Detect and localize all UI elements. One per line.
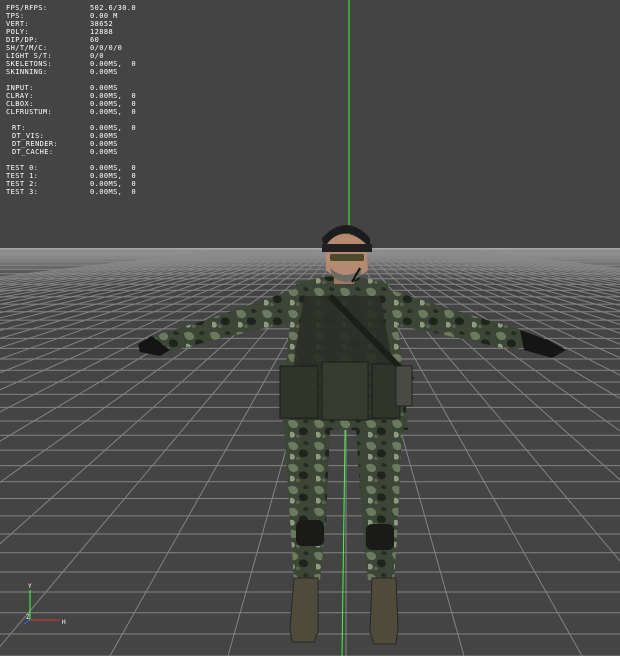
- stat-group-gap: [6, 116, 136, 124]
- stat-row: TEST 0: 0.00MS, 0: [6, 164, 136, 172]
- right-boot: [369, 577, 399, 645]
- stat-row: CLBOX: 0.00MS, 0: [6, 100, 136, 108]
- vest-pouch-left: [279, 365, 319, 419]
- stat-value: 0.00MS, 0: [90, 180, 137, 188]
- grid-line-v: [441, 249, 620, 277]
- stat-row: DT_VIS: 0.00MS: [6, 132, 136, 140]
- stat-value: 0.00MS: [90, 132, 118, 140]
- stat-label: SH/T/M/C:: [6, 44, 48, 52]
- stat-row: DT_CACHE: 0.00MS: [6, 148, 136, 156]
- stat-row: TEST 1: 0.00MS, 0: [6, 172, 136, 180]
- stat-row: FPS/RFPS: 502.6/30.0: [6, 4, 136, 12]
- stat-value: 0.00MS, 0: [90, 164, 137, 172]
- stat-label: SKELETONS:: [6, 60, 53, 68]
- stat-value: 0.00MS, 0: [90, 60, 137, 68]
- gizmo-z-label: Z: [26, 614, 30, 621]
- stat-group-gap: [6, 76, 136, 84]
- stat-row: TEST 2: 0.00MS, 0: [6, 180, 136, 188]
- stat-value: 0.00MS, 0: [90, 108, 137, 116]
- stat-group-gap: [6, 156, 136, 164]
- stat-row: RT: 0.00MS, 0: [6, 124, 136, 132]
- stat-label: TEST 2:: [6, 180, 39, 188]
- gizmo-x-label: H: [62, 619, 66, 626]
- left-leg: [284, 428, 330, 580]
- right-leg: [356, 428, 402, 580]
- stat-value: 0/0: [90, 52, 104, 60]
- radio-pack: [395, 365, 413, 407]
- stat-label: TEST 0:: [6, 164, 39, 172]
- stat-label: CLFRUSTUM:: [6, 108, 53, 116]
- stat-value: 60: [90, 36, 100, 44]
- stat-value: 0.00 M: [90, 12, 118, 20]
- stat-value: 0/0/0/0: [90, 44, 123, 52]
- stat-row: SKELETONS: 0.00MS, 0: [6, 60, 136, 68]
- stat-value: 0.00MS: [90, 68, 118, 76]
- grid-line-v: [465, 249, 620, 269]
- stat-row: CLRAY: 0.00MS, 0: [6, 92, 136, 100]
- stat-row: INPUT: 0.00MS: [6, 84, 136, 92]
- gizmo-y-label: Y: [28, 583, 32, 590]
- stat-value: 0.00MS, 0: [90, 100, 137, 108]
- stat-row: DT_RENDER: 0.00MS: [6, 140, 136, 148]
- stat-label: VERT:: [6, 20, 30, 28]
- vest-pouch-center: [321, 361, 369, 421]
- stat-label: TEST 3:: [6, 188, 39, 196]
- stat-label: FPS/RFPS:: [6, 4, 48, 12]
- left-knee-pad: [296, 520, 324, 546]
- grid-line-v: [457, 249, 620, 272]
- debug-stats-overlay: FPS/RFPS: 502.6/30.0 TPS: 0.00 M VERT: 38652 P…: [6, 4, 136, 196]
- 3d-viewport[interactable]: FPS/RFPS: 502.6/30.0 TPS: 0.00 M VERT: 38652 P…: [0, 0, 620, 656]
- stat-value: 0.00MS, 0: [90, 188, 137, 196]
- stat-value: 0.00MS, 0: [90, 124, 137, 132]
- stat-label: TEST 1:: [6, 172, 39, 180]
- left-boot: [289, 577, 319, 643]
- stat-row: VERT: 38652: [6, 20, 136, 28]
- stat-label: CLRAY:: [6, 92, 34, 100]
- stat-label: TPS:: [6, 12, 25, 20]
- stat-value: 0.00MS: [90, 148, 118, 156]
- stat-row: TPS: 0.00 M: [6, 12, 136, 20]
- stat-label: DT_RENDER:: [12, 140, 59, 148]
- stat-label: POLY:: [6, 28, 30, 36]
- stat-row: POLY: 12888: [6, 28, 136, 36]
- stat-value: 0.00MS, 0: [90, 172, 137, 180]
- stat-label: DIP/DP:: [6, 36, 39, 44]
- grid-line-v: [429, 249, 620, 283]
- sunglasses: [330, 254, 364, 261]
- stat-row: LIGHT S/T: 0/0: [6, 52, 136, 60]
- stat-row: CLFRUSTUM: 0.00MS, 0: [6, 108, 136, 116]
- stat-row: SH/T/M/C: 0/0/0/0: [6, 44, 136, 52]
- headset: [322, 244, 372, 252]
- stat-value: 0.00MS: [90, 140, 118, 148]
- stat-label: CLBOX:: [6, 100, 34, 108]
- stat-label: DT_CACHE:: [12, 148, 54, 156]
- grid-line-v: [433, 249, 620, 281]
- stat-label: SKINNING:: [6, 68, 48, 76]
- stat-value: 38652: [90, 20, 114, 28]
- stat-row: TEST 3: 0.00MS, 0: [6, 188, 136, 196]
- stat-label: DT_VIS:: [12, 132, 45, 140]
- stat-value: 0.00MS: [90, 84, 118, 92]
- soldier-model: [138, 225, 566, 645]
- axis-gizmo: Y Z H: [22, 584, 72, 630]
- stat-label: LIGHT S/T:: [6, 52, 53, 60]
- stat-label: RT:: [12, 124, 26, 132]
- stat-value: 0.00MS, 0: [90, 92, 137, 100]
- stat-row: DIP/DP: 60: [6, 36, 136, 44]
- stat-value: 12888: [90, 28, 114, 36]
- grid-line-v: [461, 249, 620, 270]
- stat-value: 502.6/30.0: [90, 4, 137, 12]
- right-knee-pad: [366, 524, 394, 550]
- stat-row: SKINNING: 0.00MS: [6, 68, 136, 76]
- stat-label: INPUT:: [6, 84, 34, 92]
